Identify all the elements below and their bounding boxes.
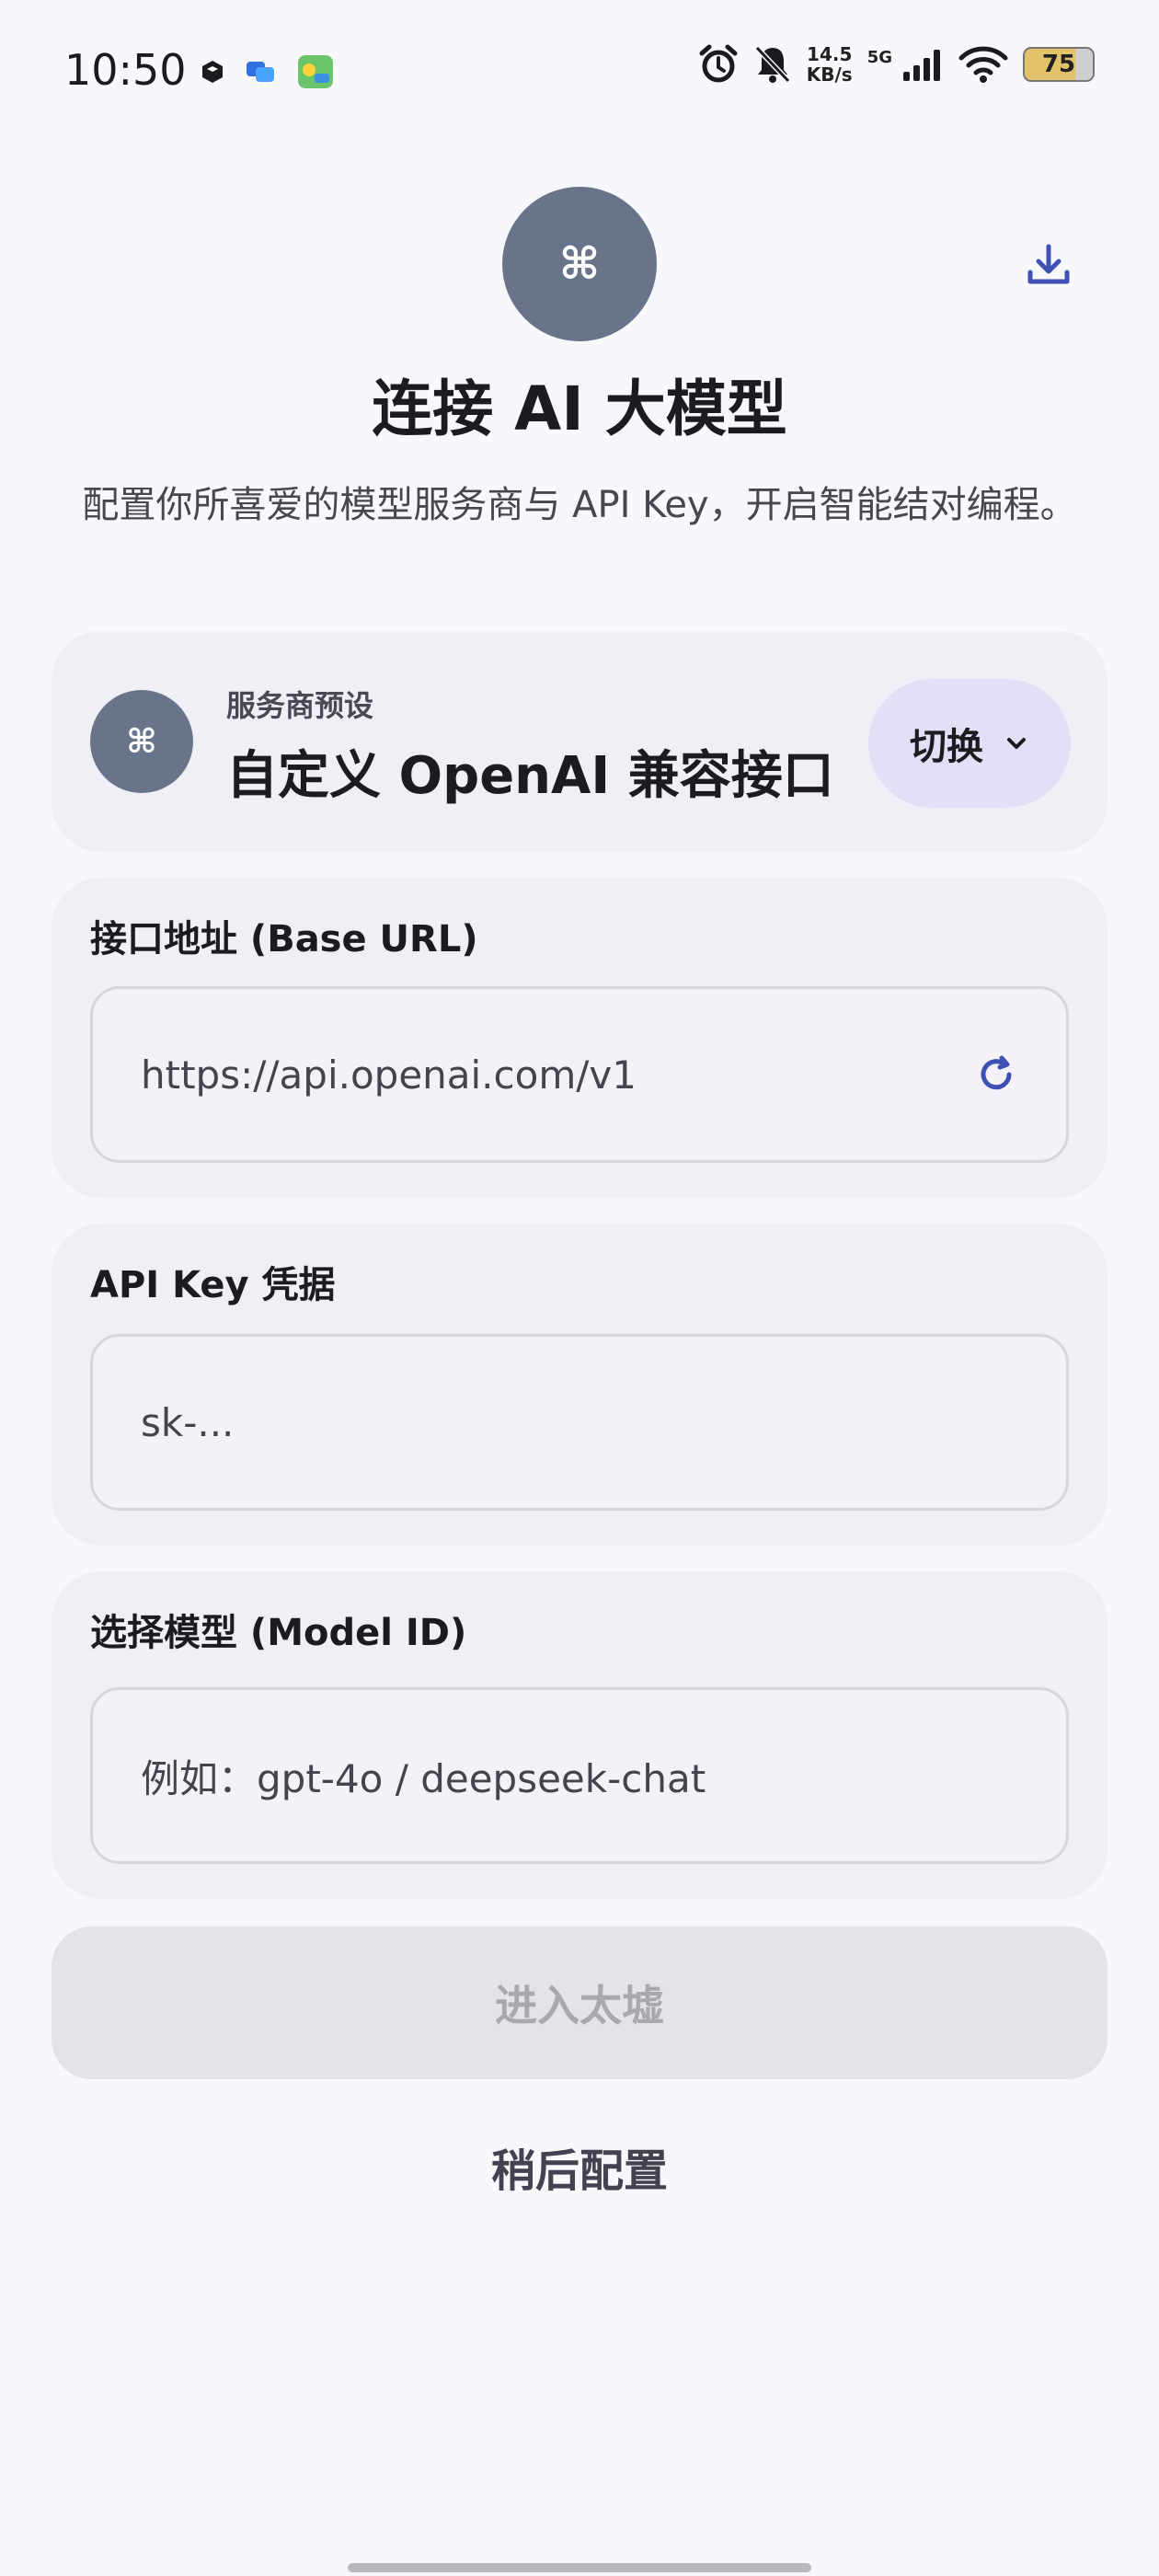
model-input[interactable]: 例如：gpt-4o / deepseek-chat	[90, 1687, 1069, 1864]
switch-label: 切换	[910, 726, 983, 768]
provider-card: ⌘ 服务商预设 自定义 OpenAI 兼容接口 切换	[52, 631, 1107, 852]
api-key-label: API Key 凭据	[90, 1264, 336, 1306]
base-url-card: 接口地址 (Base URL) https://api.openai.com/v…	[52, 878, 1107, 1198]
battery-indicator: 75	[1023, 47, 1095, 82]
command-icon: ⌘	[558, 238, 601, 290]
home-indicator[interactable]	[348, 2563, 811, 2572]
provider-name: 自定义 OpenAI 兼容接口	[226, 746, 834, 806]
api-key-input[interactable]: sk-...	[90, 1334, 1069, 1511]
status-notification-icons	[201, 53, 335, 90]
page-title: 连接 AI 大模型	[372, 374, 787, 444]
app-cube-icon	[202, 61, 223, 83]
configure-later-button[interactable]: 稍后配置	[0, 2134, 1159, 2208]
model-label: 选择模型 (Model ID)	[90, 1612, 467, 1654]
base-url-input[interactable]: https://api.openai.com/v1	[90, 986, 1069, 1163]
provider-logo: ⌘	[90, 690, 193, 793]
base-url-label: 接口地址 (Base URL)	[90, 918, 478, 960]
api-key-card: API Key 凭据 sk-...	[52, 1224, 1107, 1546]
signal-icon	[903, 50, 940, 81]
chevron-down-icon	[1007, 738, 1026, 749]
app-logo: ⌘	[502, 187, 657, 341]
network-speed: 14.5 KB/s	[806, 43, 853, 86]
network-type: 5G	[866, 48, 892, 67]
game-app-icon	[298, 55, 333, 88]
model-card: 选择模型 (Model ID) 例如：gpt-4o / deepseek-cha…	[52, 1571, 1107, 1899]
model-placeholder: 例如：gpt-4o / deepseek-chat	[141, 1755, 706, 1801]
enter-button[interactable]: 进入太墟	[52, 1926, 1107, 2079]
status-time: 10:50	[64, 45, 187, 95]
command-icon: ⌘	[126, 722, 157, 761]
download-icon	[1027, 244, 1070, 284]
download-button[interactable]	[1021, 237, 1076, 293]
api-key-placeholder: sk-...	[141, 1399, 235, 1445]
alarm-icon	[699, 44, 738, 83]
base-url-value: https://api.openai.com/v1	[141, 1052, 637, 1098]
status-right-icons: 14.5 KB/s 5G 75	[698, 44, 1095, 85]
switch-provider-button[interactable]: 切换	[868, 679, 1071, 808]
bell-muted-icon	[754, 45, 790, 84]
page-subtitle: 配置你所喜爱的模型服务商与 API Key，开启智能结对编程。	[82, 484, 1077, 526]
provider-label: 服务商预设	[226, 688, 374, 723]
refresh-icon[interactable]	[974, 1052, 1018, 1097]
chat-app-icon	[247, 62, 274, 82]
wifi-icon	[958, 46, 1008, 83]
